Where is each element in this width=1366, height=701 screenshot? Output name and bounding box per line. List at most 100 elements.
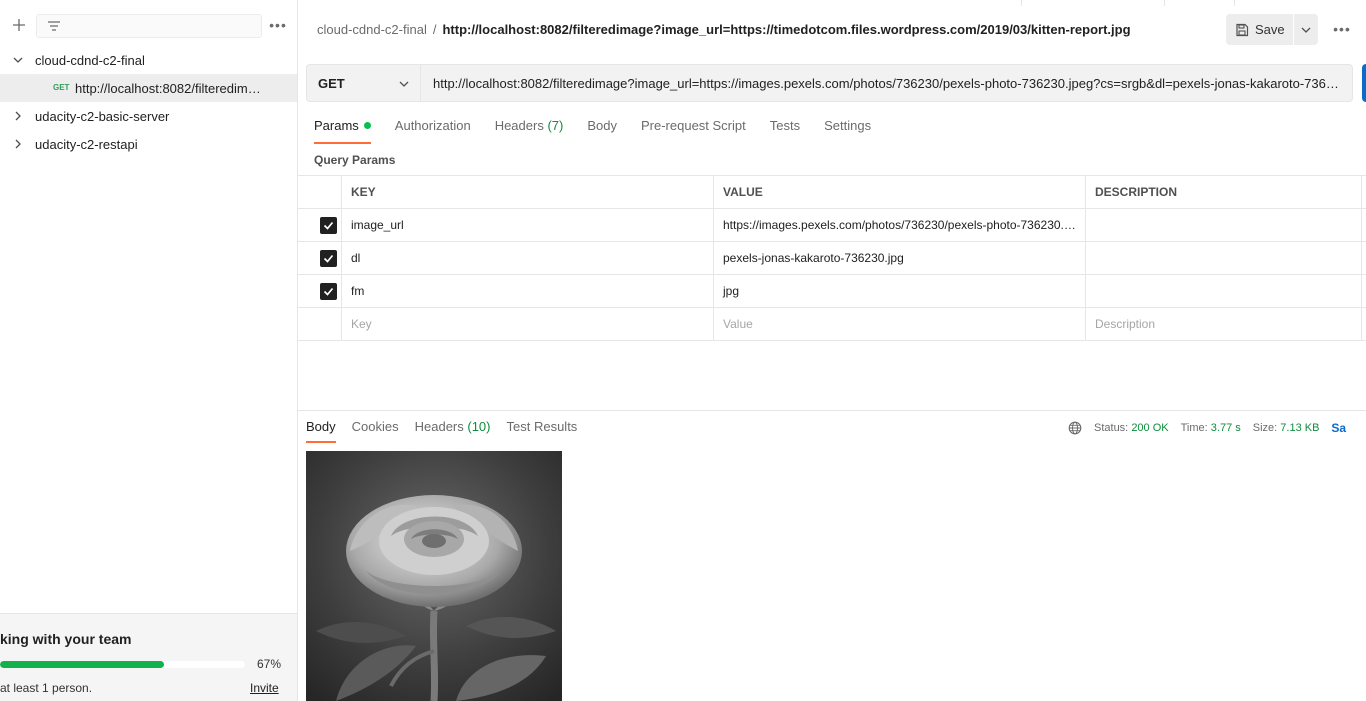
url-input-value: http://localhost:8082/filteredimage?imag…	[433, 75, 1345, 91]
request-tabs: Params Authorization Headers (7) Body Pr…	[314, 118, 895, 144]
size-label: Size:	[1252, 422, 1278, 434]
team-progress-label: 67%	[257, 657, 282, 671]
request-method-badge: GET	[53, 83, 70, 92]
more-horizontal-icon[interactable]: •••	[268, 16, 288, 34]
tab-label: Test Results	[506, 419, 578, 434]
collection-label: udacity-c2-restapi	[35, 137, 138, 152]
param-key-field[interactable]: fm	[342, 275, 714, 307]
param-key-field[interactable]: dl	[342, 242, 714, 274]
tab-body[interactable]: Body	[587, 118, 617, 144]
tab-label: Headers	[494, 118, 544, 133]
workspace-tab[interactable]	[1021, 0, 1165, 6]
response-pane-divider[interactable]	[298, 410, 1366, 411]
param-value-field[interactable]: https://images.pexels.com/photos/736230/…	[714, 209, 1086, 241]
tab-response-headers[interactable]: Headers (10)	[415, 419, 491, 443]
tab-label: Settings	[824, 118, 872, 133]
globe-icon[interactable]	[1068, 421, 1082, 435]
invite-link[interactable]: Invite	[250, 681, 279, 695]
param-description-field[interactable]	[1086, 209, 1362, 241]
collection-label: cloud-cdnd-c2-final	[35, 53, 145, 68]
check-icon	[323, 287, 334, 296]
tab-response-cookies[interactable]: Cookies	[352, 419, 399, 443]
param-description-field[interactable]	[1086, 242, 1362, 274]
tab-pre-request-script[interactable]: Pre-request Script	[641, 118, 746, 144]
send-button[interactable]	[1362, 64, 1366, 102]
status-label: Status:	[1094, 422, 1129, 434]
query-params-table: KEY VALUE DESCRIPTION image_url https://…	[298, 175, 1366, 341]
tab-test-results[interactable]: Test Results	[507, 419, 578, 443]
check-icon	[323, 221, 334, 230]
description-column-header: DESCRIPTION	[1086, 176, 1362, 208]
param-value-field[interactable]: pexels-jonas-kakaroto-736230.jpg	[714, 242, 1086, 274]
tab-label: Body	[587, 118, 617, 133]
table-header-row: KEY VALUE DESCRIPTION	[298, 176, 1366, 209]
tab-label: Pre-request Script	[640, 118, 746, 133]
params-active-dot	[363, 122, 371, 129]
tab-label: Authorization	[394, 118, 471, 133]
param-checkbox[interactable]	[320, 250, 337, 267]
collection-label: udacity-c2-basic-server	[35, 109, 170, 124]
workspace-tab[interactable]	[1165, 0, 1235, 6]
sidebar-toolbar: •••	[0, 0, 297, 50]
team-progress-fill	[0, 661, 165, 668]
tab-authorization[interactable]: Authorization	[395, 118, 471, 144]
response-status-bar: Status: 200 OK Time: 3.77 s Size: 7.13 K…	[1068, 420, 1346, 436]
method-select-value: GET	[318, 75, 345, 91]
time-label: Time:	[1180, 422, 1208, 434]
chevron-down-icon	[13, 57, 23, 63]
status-value[interactable]: 200 OK	[1131, 422, 1168, 434]
collection-cloud-cdnd-c2-final[interactable]: cloud-cdnd-c2-final	[0, 46, 297, 74]
tab-response-body[interactable]: Body	[306, 419, 336, 443]
row-checkbox-cell	[298, 242, 342, 274]
team-onboarding-panel: king with your team 67% at least 1 perso…	[0, 613, 297, 701]
tab-params[interactable]: Params	[314, 118, 371, 144]
tab-tests[interactable]: Tests	[770, 118, 800, 144]
request-title[interactable]: http://localhost:8082/filteredimage?imag…	[442, 22, 1130, 37]
sidebar: ••• cloud-cdnd-c2-final GET http://local…	[0, 0, 298, 701]
chevron-right-icon	[15, 139, 21, 149]
tab-count: (10)	[467, 419, 491, 434]
collection-udacity-c2-basic-server[interactable]: udacity-c2-basic-server	[0, 102, 297, 130]
chevron-right-icon	[15, 111, 21, 121]
save-button[interactable]: Save	[1226, 14, 1293, 45]
check-icon	[323, 254, 334, 263]
collection-filter-input[interactable]	[36, 14, 262, 38]
param-checkbox[interactable]	[320, 283, 337, 300]
url-input[interactable]: http://localhost:8082/filteredimage?imag…	[421, 64, 1353, 102]
breadcrumb-collection[interactable]: cloud-cdnd-c2-final	[317, 22, 427, 37]
param-description-field[interactable]	[1086, 275, 1362, 307]
request-item-active[interactable]: GET http://localhost:8082/filteredimage?…	[0, 74, 297, 102]
more-horizontal-icon[interactable]: •••	[1331, 20, 1353, 38]
tab-headers[interactable]: Headers (7)	[495, 118, 564, 144]
table-row: image_url https://images.pexels.com/phot…	[298, 209, 1366, 242]
team-progress-bar	[0, 661, 245, 668]
new-key-field[interactable]: Key	[342, 308, 714, 340]
save-options-button[interactable]	[1294, 14, 1318, 45]
table-row: fm jpg	[298, 275, 1366, 308]
plus-icon[interactable]	[8, 14, 30, 36]
new-description-field[interactable]: Description	[1086, 308, 1362, 340]
request-editor: cloud-cdnd-c2-final / http://localhost:808…	[298, 0, 1366, 701]
rose-photo	[306, 451, 562, 701]
response-tabs: Body Cookies Headers (10) Test Results	[306, 419, 593, 443]
team-panel-subtitle: at least 1 person.	[0, 681, 93, 695]
collection-udacity-c2-restapi[interactable]: udacity-c2-restapi	[0, 130, 297, 158]
workspace-tab-strip	[298, 0, 1366, 6]
time-value[interactable]: 3.77 s	[1211, 422, 1241, 434]
new-value-field[interactable]: Value	[714, 308, 1086, 340]
param-checkbox[interactable]	[320, 217, 337, 234]
param-key-field[interactable]: image_url	[342, 209, 714, 241]
tab-settings[interactable]: Settings	[824, 118, 871, 144]
chevron-down-icon	[399, 81, 409, 87]
key-column-header: KEY	[342, 176, 714, 208]
table-row: dl pexels-jonas-kakaroto-736230.jpg	[298, 242, 1366, 275]
tab-label: Cookies	[351, 419, 399, 434]
response-time: Time: 3.77 s	[1181, 422, 1241, 434]
response-image	[306, 451, 562, 701]
size-value[interactable]: 7.13 KB	[1280, 422, 1319, 434]
param-value-field[interactable]: jpg	[714, 275, 1086, 307]
tab-label: Body	[306, 419, 336, 434]
save-response-button[interactable]: Sa	[1331, 421, 1346, 435]
table-row-new: Key Value Description	[298, 308, 1366, 341]
method-select[interactable]: GET	[306, 64, 421, 102]
